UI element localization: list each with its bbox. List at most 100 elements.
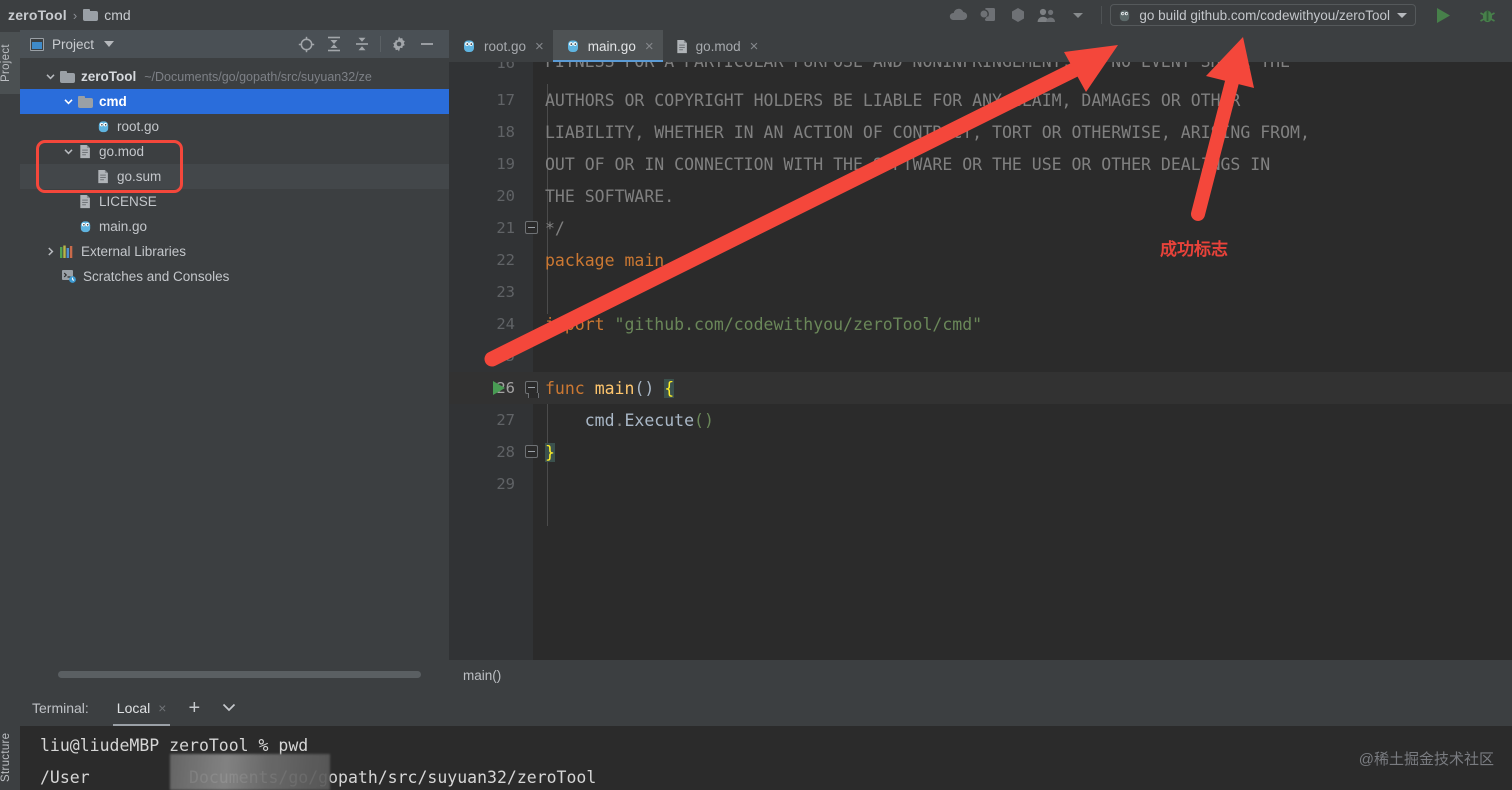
tree-item-label: cmd — [99, 94, 127, 109]
code-line: 24 import "github.com/codewithyou/zeroTo… — [449, 308, 1512, 340]
fold-start-icon[interactable] — [525, 381, 539, 398]
folder-icon — [76, 95, 94, 108]
libraries-icon — [58, 245, 76, 259]
tool-window-tab-project[interactable]: Project — [0, 32, 20, 94]
go-file-icon — [464, 40, 474, 52]
annotation-highlight-box — [36, 140, 183, 193]
project-horizontal-scrollbar[interactable] — [58, 671, 421, 678]
run-configuration-label: go build github.com/codewithyou/zeroTool — [1139, 7, 1390, 23]
tree-item-label: zeroTool — [81, 69, 137, 84]
go-file-icon — [94, 119, 112, 134]
tree-item-external-libraries[interactable]: External Libraries — [20, 239, 449, 264]
breadcrumb-root[interactable]: zeroTool — [8, 7, 67, 23]
collapse-all-icon[interactable] — [348, 31, 376, 57]
tree-item-main-go[interactable]: main.go — [20, 214, 449, 239]
top-toolbar: zeroTool › cmd go build github.com/codew… — [0, 0, 1512, 30]
editor-tab-go-mod[interactable]: go.mod × — [663, 30, 768, 62]
cloud-icon[interactable] — [943, 2, 973, 28]
line-text-closebrace: } — [545, 442, 555, 462]
code-line: 19 OUT OF OR IN CONNECTION WITH THE SOFT… — [449, 148, 1512, 180]
folder-icon — [58, 70, 76, 83]
code-line: 27 cmd.Execute() — [449, 404, 1512, 436]
line-number: 21 — [496, 219, 515, 238]
editor-tab-label: root.go — [484, 38, 527, 54]
terminal-label: Terminal: — [32, 700, 89, 716]
chevron-right-icon[interactable] — [42, 246, 58, 257]
go-file-icon — [567, 40, 578, 52]
scratches-icon — [60, 269, 78, 284]
fold-end-icon[interactable] — [525, 221, 538, 234]
settings-icon[interactable] — [385, 31, 413, 57]
line-number: 18 — [496, 123, 515, 142]
chevron-down-icon[interactable] — [42, 71, 58, 82]
editor-breadcrumb-main[interactable]: main() — [463, 668, 501, 683]
project-view-icon — [30, 37, 44, 51]
code-line: 18 LIABILITY, WHETHER IN AN ACTION OF CO… — [449, 116, 1512, 148]
tree-item-label: main.go — [99, 219, 148, 234]
run-button[interactable] — [1428, 2, 1458, 28]
code-line: 16 FITNESS FOR A PARTICULAR PURPOSE AND … — [449, 62, 1512, 84]
line-number: 23 — [496, 283, 515, 302]
tree-item-label: Scratches and Consoles — [83, 269, 230, 284]
account-chevron-down-icon[interactable] — [1063, 2, 1093, 28]
watermark: @稀土掘金技术社区 — [1358, 751, 1494, 768]
hexagon-icon[interactable] — [1003, 2, 1033, 28]
line-text-import: import "github.com/codewithyou/zeroTool/… — [545, 314, 983, 334]
line-number: 20 — [496, 187, 515, 206]
line-text-call: cmd.Execute() — [584, 410, 714, 430]
expand-all-icon[interactable] — [320, 31, 348, 57]
debug-button[interactable] — [1472, 2, 1502, 28]
line-number: 19 — [496, 155, 515, 174]
left-tool-window-strip: Project Structure — [0, 30, 20, 790]
line-number: 25 — [496, 347, 515, 366]
terminal-tab-label: Local — [116, 700, 151, 716]
line-number: 17 — [496, 91, 515, 110]
editor-tab-main-go[interactable]: main.go × — [552, 30, 663, 62]
code-line: 25 — [449, 340, 1512, 372]
tree-item-scratches-and-consoles[interactable]: Scratches and Consoles — [20, 264, 449, 289]
chevron-down-icon[interactable] — [212, 699, 246, 717]
close-icon[interactable]: × — [750, 39, 759, 54]
chevron-down-icon[interactable] — [1397, 12, 1407, 18]
run-gutter-icon[interactable] — [493, 381, 505, 395]
locate-icon[interactable] — [292, 31, 320, 57]
close-icon[interactable]: × — [158, 700, 166, 716]
breadcrumb-item-cmd[interactable]: cmd — [104, 7, 130, 23]
fold-end-icon[interactable] — [525, 445, 538, 458]
editor-area: root.go × main.go × go.mod × 16 17 AUTHO… — [449, 30, 1512, 690]
close-icon[interactable]: × — [645, 39, 654, 54]
add-terminal-button[interactable]: + — [176, 698, 212, 718]
line-number: 27 — [496, 411, 515, 430]
tree-item-zerotool[interactable]: zeroTool ~/Documents/go/gopath/src/suyua… — [20, 64, 449, 89]
chevron-down-icon[interactable] — [104, 41, 115, 47]
toolbar-divider — [380, 36, 381, 52]
search-everywhere-icon[interactable] — [973, 2, 1003, 28]
code-line: 28 } — [449, 436, 1512, 468]
code-line: 29 — [449, 468, 1512, 500]
terminal-header: Terminal: Local × + — [20, 690, 1512, 726]
line-text: FITNESS FOR A PARTICULAR PURPOSE AND NON… — [545, 62, 1290, 71]
tool-window-tab-structure[interactable]: Structure — [0, 724, 20, 790]
code-line: 20 THE SOFTWARE. — [449, 180, 1512, 212]
tree-item-cmd[interactable]: cmd — [20, 89, 449, 114]
breadcrumb: zeroTool › cmd — [0, 7, 131, 23]
minimize-icon[interactable] — [413, 31, 441, 57]
mod-file-icon — [76, 194, 94, 209]
chevron-down-icon[interactable] — [60, 96, 76, 107]
code-editor[interactable]: 16 FITNESS FOR A PARTICULAR PURPOSE AND … — [449, 62, 1512, 660]
line-number: 29 — [496, 475, 515, 494]
account-icon[interactable] — [1033, 2, 1063, 28]
annotation-success-label: 成功标志 — [1160, 240, 1228, 259]
editor-tab-label: go.mod — [695, 38, 741, 54]
run-configuration-selector[interactable]: go build github.com/codewithyou/zeroTool — [1110, 4, 1416, 26]
close-icon[interactable]: × — [535, 39, 544, 54]
line-text: */ — [545, 218, 565, 238]
line-text-func: func main() { — [545, 378, 675, 398]
line-text: OUT OF OR IN CONNECTION WITH THE SOFTWAR… — [545, 154, 1271, 174]
code-line: 17 AUTHORS OR COPYRIGHT HOLDERS BE LIABL… — [449, 84, 1512, 116]
code-line-current: 26 func main() { — [449, 372, 1512, 405]
terminal-output[interactable]: liu@liudeMBP zeroTool % pwd /User Docume… — [20, 726, 1512, 790]
tree-item-root-go[interactable]: root.go — [20, 114, 449, 139]
editor-tab-root-go[interactable]: root.go × — [449, 30, 553, 62]
terminal-tab-local[interactable]: Local × — [107, 690, 177, 726]
